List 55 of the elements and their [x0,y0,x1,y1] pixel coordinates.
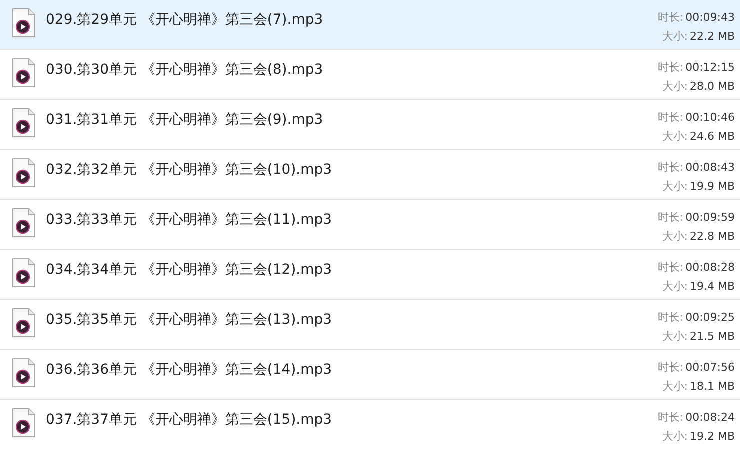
file-name: 032.第32单元 《开心明禅》第三会(10).mp3 [46,162,332,178]
size-label: 大小: [662,379,688,395]
size-label: 大小: [662,429,688,445]
size-value: 22.8 MB [690,229,735,245]
audio-file-icon [12,8,36,38]
audio-file-icon [12,58,36,88]
duration-label: 时长: [658,60,684,76]
file-name: 037.第37单元 《开心明禅》第三会(15).mp3 [46,412,332,428]
audio-file-icon [12,358,36,388]
size-label: 大小: [662,79,688,95]
size-label: 大小: [662,29,688,45]
duration-value: 00:08:43 [686,160,735,176]
size-value: 18.1 MB [690,379,735,395]
size-value: 21.5 MB [690,329,735,345]
duration-label: 时长: [658,310,684,326]
size-label: 大小: [662,329,688,345]
size-value: 24.6 MB [690,129,735,145]
duration-value: 00:10:46 [686,110,735,126]
size-value: 22.2 MB [690,29,735,45]
size-value: 19.9 MB [690,179,735,195]
duration-label: 时长: [658,110,684,126]
size-label: 大小: [662,129,688,145]
duration-label: 时长: [658,210,684,226]
size-value: 19.2 MB [690,429,735,445]
audio-file-icon [12,308,36,338]
file-row[interactable]: 029.第29单元 《开心明禅》第三会(7).mp3 时长: 00:09:43 大小: 22.2 MB [0,0,740,50]
duration-label: 时长: [658,360,684,376]
duration-value: 00:09:43 [686,10,735,26]
file-name: 036.第36单元 《开心明禅》第三会(14).mp3 [46,362,332,378]
audio-file-icon [12,408,36,438]
file-name: 035.第35单元 《开心明禅》第三会(13).mp3 [46,312,332,328]
file-name: 029.第29单元 《开心明禅》第三会(7).mp3 [46,12,324,28]
duration-value: 00:09:59 [686,210,735,226]
file-name: 034.第34单元 《开心明禅》第三会(12).mp3 [46,262,332,278]
audio-file-icon [12,258,36,288]
audio-file-icon [12,158,36,188]
size-value: 19.4 MB [690,279,735,295]
duration-value: 00:09:25 [686,310,735,326]
size-label: 大小: [662,179,688,195]
audio-file-icon [12,108,36,138]
size-label: 大小: [662,229,688,245]
duration-label: 时长: [658,410,684,426]
duration-value: 00:08:28 [686,260,735,276]
file-name: 033.第33单元 《开心明禅》第三会(11).mp3 [46,212,332,228]
duration-value: 00:12:15 [686,60,735,76]
duration-label: 时长: [658,160,684,176]
size-value: 28.0 MB [690,79,735,95]
duration-label: 时长: [658,10,684,26]
file-name: 031.第31单元 《开心明禅》第三会(9).mp3 [46,112,324,128]
file-name: 030.第30单元 《开心明禅》第三会(8).mp3 [46,62,324,78]
duration-label: 时长: [658,260,684,276]
size-label: 大小: [662,279,688,295]
audio-file-icon [12,208,36,238]
duration-value: 00:08:24 [686,410,735,426]
duration-value: 00:07:56 [686,360,735,376]
